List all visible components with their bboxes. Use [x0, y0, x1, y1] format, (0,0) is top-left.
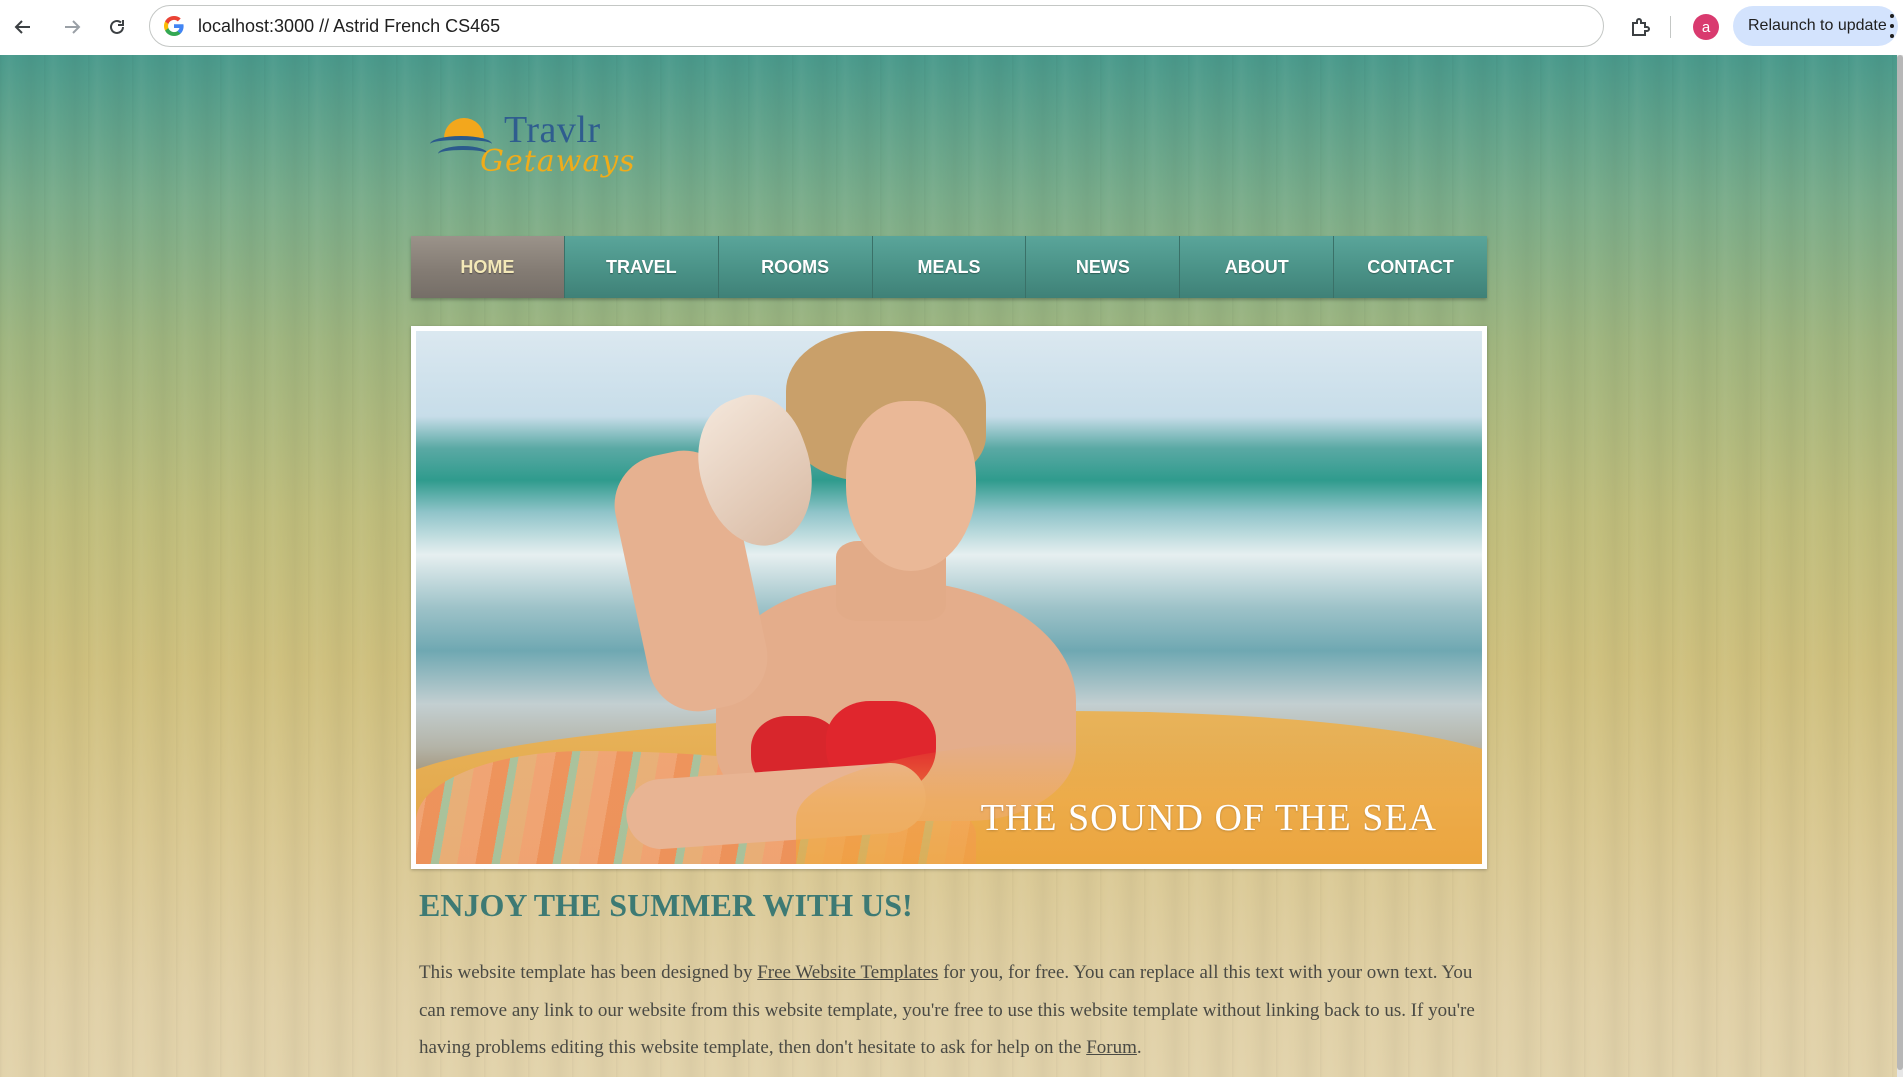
scrollbar-thumb[interactable] — [1897, 55, 1903, 1070]
main-navigation: HOME TRAVEL ROOMS MEALS NEWS ABOUT CONTA… — [411, 236, 1488, 298]
relaunch-button[interactable]: Relaunch to update — [1733, 6, 1898, 46]
page-viewport: Travlr Getaways HOME TRAVEL ROOMS MEALS … — [0, 55, 1903, 1077]
back-button[interactable] — [6, 10, 40, 44]
intro-text: . — [1136, 1037, 1142, 1058]
hero-image: THE SOUND OF THE SEA — [416, 331, 1482, 864]
vertical-scrollbar[interactable] — [1897, 55, 1903, 1077]
url-text: localhost:3000 // Astrid French CS465 — [198, 15, 501, 36]
more-options-icon[interactable] — [1889, 14, 1895, 38]
back-arrow-icon — [14, 20, 30, 34]
nav-home[interactable]: HOME — [411, 236, 565, 298]
sun-icon — [444, 118, 484, 138]
site-logo[interactable]: Travlr Getaways — [424, 100, 654, 190]
nav-rooms[interactable]: ROOMS — [718, 236, 873, 298]
forum-link[interactable]: Forum — [1086, 1037, 1137, 1058]
nav-meals[interactable]: MEALS — [872, 236, 1027, 298]
hero-caption: THE SOUND OF THE SEA — [980, 797, 1437, 839]
reload-button[interactable] — [100, 10, 134, 44]
intro-text: This website template has been designed … — [419, 962, 758, 983]
page-title: ENJOY THE SUMMER WITH US! — [419, 887, 913, 923]
nav-news[interactable]: NEWS — [1026, 236, 1181, 298]
free-website-templates-link[interactable]: Free Website Templates — [757, 962, 938, 983]
forward-arrow-icon — [65, 20, 81, 34]
extensions-button[interactable] — [1624, 10, 1658, 44]
hero-banner: THE SOUND OF THE SEA — [411, 326, 1487, 869]
forward-button[interactable] — [55, 10, 89, 44]
nav-contact[interactable]: CONTACT — [1334, 236, 1488, 298]
relaunch-label: Relaunch to update — [1748, 17, 1887, 34]
reload-icon — [110, 19, 124, 34]
profile-avatar[interactable]: a — [1693, 14, 1719, 40]
nav-about[interactable]: ABOUT — [1180, 236, 1335, 298]
logo-text-getaways: Getaways — [480, 144, 636, 179]
nav-travel[interactable]: TRAVEL — [564, 236, 719, 298]
browser-toolbar: localhost:3000 // Astrid French CS465 a … — [0, 0, 1903, 55]
toolbar-divider — [1670, 16, 1671, 38]
google-icon — [164, 16, 184, 36]
intro-paragraph: This website template has been designed … — [419, 954, 1479, 1067]
puzzle-piece-icon — [1632, 18, 1650, 36]
address-bar[interactable]: localhost:3000 // Astrid French CS465 — [149, 5, 1604, 47]
